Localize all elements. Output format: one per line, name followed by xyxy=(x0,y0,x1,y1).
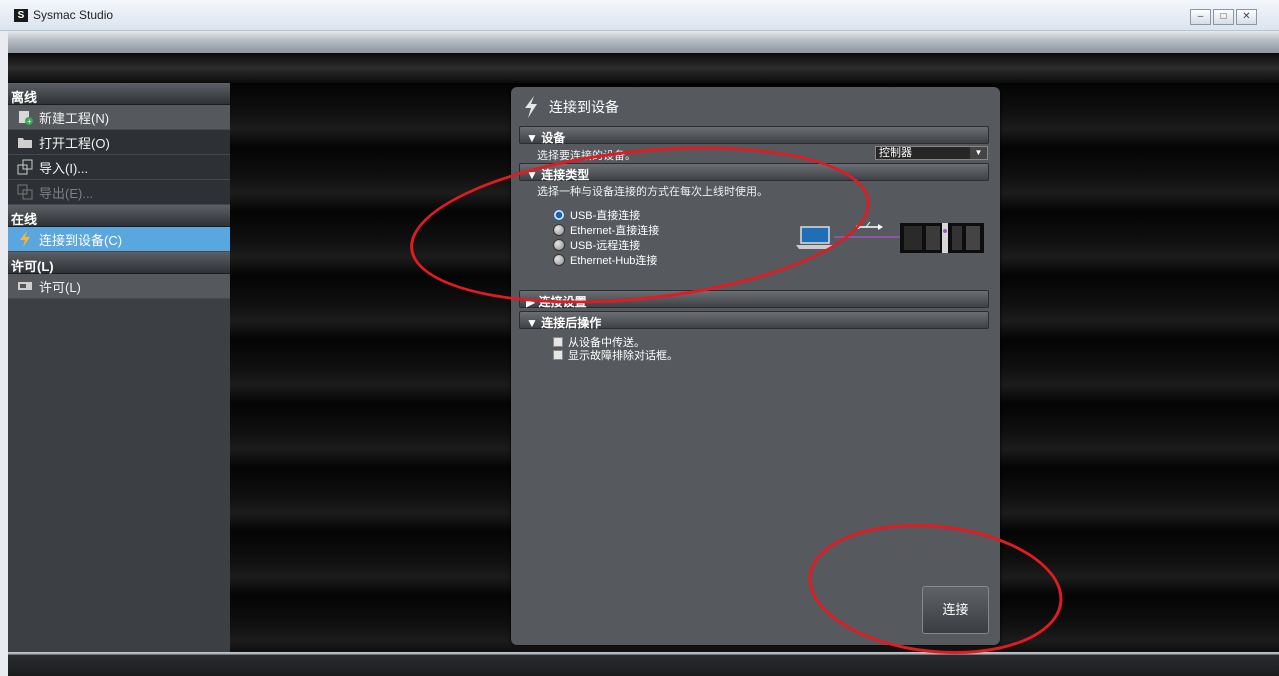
device-section-header[interactable]: ▼ 设备 xyxy=(519,126,989,145)
maximize-button[interactable]: □ xyxy=(1213,9,1234,25)
checkbox-show-troubleshooting[interactable]: 显示故障排除对话框。 xyxy=(553,347,678,363)
plc-controller-icon xyxy=(900,223,984,253)
license-section-header: 许可(L) xyxy=(8,252,230,274)
minimize-button[interactable]: – xyxy=(1190,9,1211,25)
main-toolbar xyxy=(8,53,1279,83)
after-connection-section-header[interactable]: ▼ 连接后操作 xyxy=(519,311,989,330)
device-select[interactable]: 控制器 ▼ xyxy=(875,146,988,160)
dialog-title: 连接到设备 xyxy=(521,95,619,119)
sidebar-item-import[interactable]: 导入(I)... xyxy=(8,155,230,180)
window-left-edge xyxy=(0,31,8,676)
window-title: Sysmac Studio xyxy=(33,8,114,22)
chevron-down-icon[interactable]: ▼ xyxy=(970,147,987,159)
start-sidebar: 离线 + 新建工程(N) 打开工程(O) 导入(I)... 导出(E)... 在… xyxy=(8,83,230,652)
window-titlebar: S Sysmac Studio – □ ✕ xyxy=(0,0,1279,31)
sidebar-item-label: 连接到设备(C) xyxy=(39,232,123,248)
app-logo-icon: S xyxy=(14,9,28,22)
online-section-header: 在线 xyxy=(8,205,230,227)
folder-icon xyxy=(17,134,33,150)
window-controls: – □ ✕ xyxy=(1188,9,1257,25)
menu-toolbar xyxy=(8,31,1279,53)
lightning-icon xyxy=(521,95,541,119)
close-button[interactable]: ✕ xyxy=(1236,9,1257,25)
sidebar-item-export[interactable]: 导出(E)... xyxy=(8,180,230,205)
dialog-title-text: 连接到设备 xyxy=(549,99,619,115)
sidebar-item-connect-device[interactable]: 连接到设备(C) xyxy=(8,227,230,252)
sidebar-item-label: 新建工程(N) xyxy=(39,110,110,126)
sidebar-item-license[interactable]: 许可(L) xyxy=(8,274,230,299)
sidebar-item-open-project[interactable]: 打开工程(O) xyxy=(8,130,230,155)
checkbox[interactable] xyxy=(553,337,563,347)
status-bar xyxy=(8,652,1279,676)
checkbox[interactable] xyxy=(553,350,563,360)
license-key-icon xyxy=(17,278,33,294)
import-icon xyxy=(17,159,33,175)
new-project-icon: + xyxy=(17,109,33,125)
sidebar-item-new-project[interactable]: + 新建工程(N) xyxy=(8,105,230,130)
lightning-icon xyxy=(17,231,33,247)
offline-section-header: 离线 xyxy=(8,83,230,105)
device-select-value: 控制器 xyxy=(879,147,912,159)
sidebar-item-label: 导出(E)... xyxy=(39,185,94,201)
sidebar-item-label: 许可(L) xyxy=(39,279,81,295)
svg-text:+: + xyxy=(27,117,32,125)
checkbox-label: 显示故障排除对话框。 xyxy=(568,350,678,362)
sidebar-item-label: 打开工程(O) xyxy=(39,135,110,151)
export-icon xyxy=(17,184,33,200)
sidebar-item-label: 导入(I)... xyxy=(39,160,89,176)
